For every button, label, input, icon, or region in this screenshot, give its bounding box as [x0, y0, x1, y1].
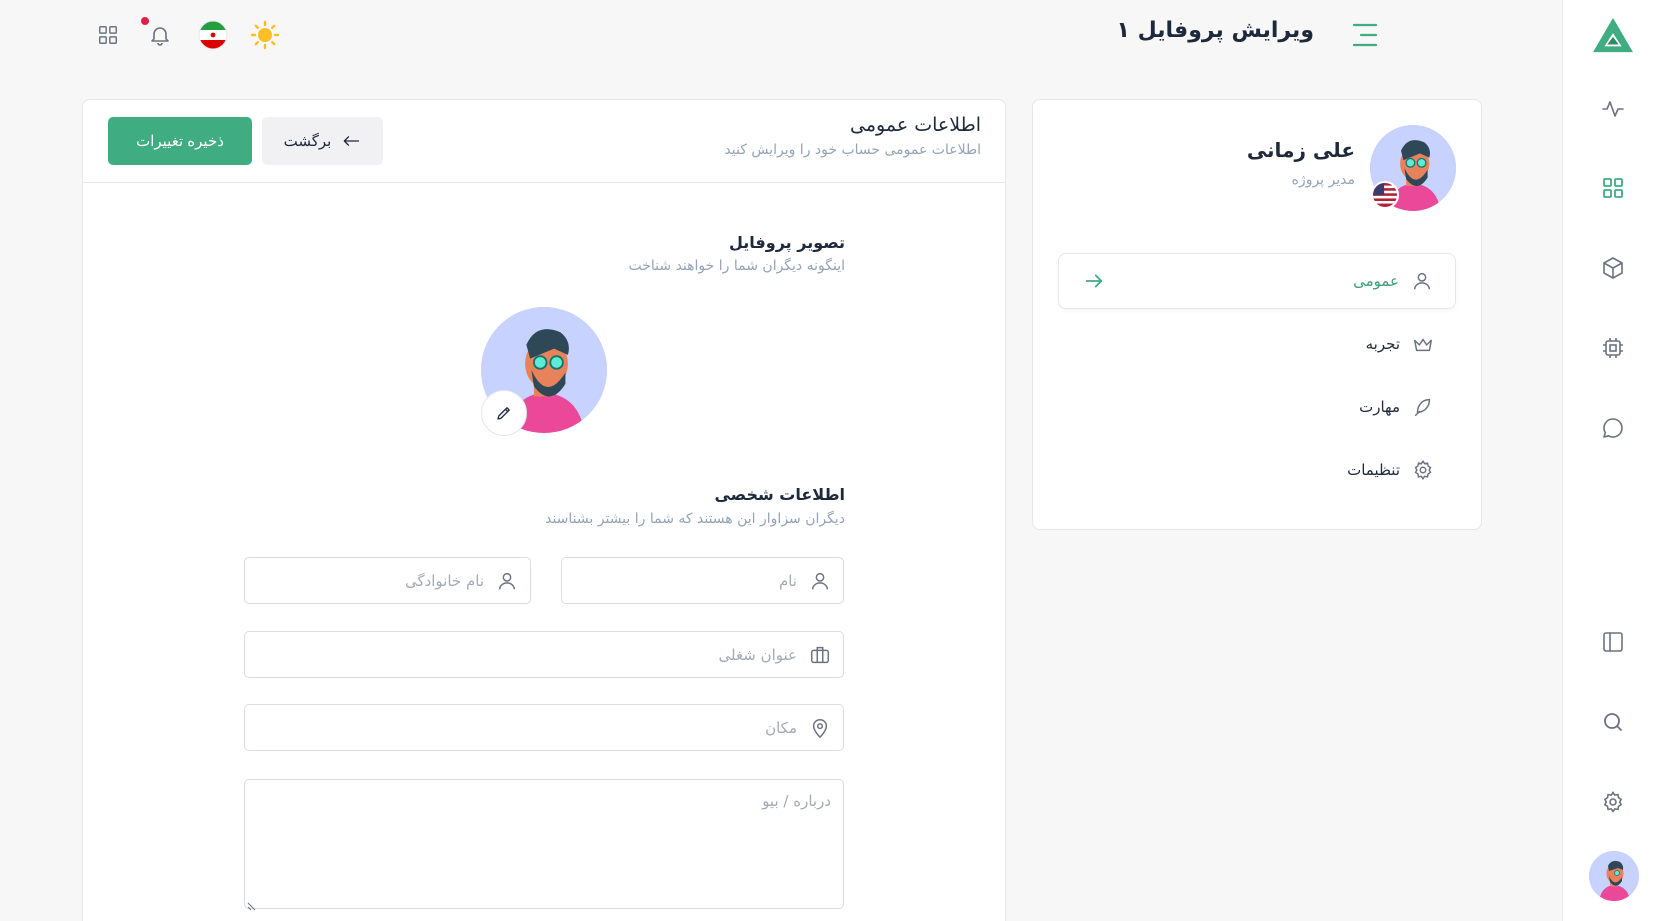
side-menu-settings-label: تنظیمات: [1347, 461, 1400, 479]
user-icon: [809, 570, 831, 592]
job-title-field[interactable]: عنوان شغلی: [244, 631, 844, 678]
logo-icon[interactable]: [1590, 12, 1636, 58]
side-menu-skills[interactable]: مهارت: [1058, 379, 1456, 435]
panel-toggle-icon[interactable]: [1593, 622, 1633, 662]
save-changes-button[interactable]: ذخیره تغییرات: [108, 117, 252, 165]
location-field[interactable]: مکان: [244, 704, 844, 751]
pencil-icon: [495, 404, 513, 422]
usa-flag-icon: [1371, 181, 1399, 209]
card-title: اطلاعات عمومی: [850, 114, 981, 136]
notification-dot: [141, 17, 149, 25]
top-bar: ویرایش پروفایل ۱: [0, 0, 1562, 72]
first-name-placeholder: نام: [778, 571, 797, 590]
search-icon[interactable]: [1593, 702, 1633, 742]
user-avatar[interactable]: [1589, 851, 1639, 901]
last-name-placeholder: نام خانوادگی: [404, 571, 484, 590]
gear-icon: [1412, 459, 1434, 481]
general-info-card: اطلاعات عمومی اطلاعات عمومی حساب خود را …: [82, 99, 1006, 921]
icon-rail: [1562, 0, 1663, 921]
side-menu-general[interactable]: عمومی: [1058, 253, 1456, 309]
card-header: اطلاعات عمومی اطلاعات عمومی حساب خود را …: [83, 100, 1005, 183]
chat-icon[interactable]: [1593, 408, 1633, 448]
first-name-field[interactable]: نام: [561, 557, 844, 604]
avatar-section-title: تصویر پروفایل: [728, 233, 845, 252]
side-menu-experience[interactable]: تجربه: [1058, 316, 1456, 372]
back-button-label: برگشت: [283, 133, 332, 150]
user-icon: [1411, 270, 1433, 292]
briefcase-icon: [809, 644, 831, 666]
job-title-placeholder: عنوان شغلی: [718, 645, 797, 664]
activity-icon[interactable]: [1593, 89, 1633, 129]
cube-icon[interactable]: [1593, 248, 1633, 288]
resize-handle-icon[interactable]: [247, 896, 257, 911]
menu-toggle-icon[interactable]: [1351, 21, 1379, 49]
personal-section-title: اطلاعات شخصی: [714, 485, 845, 504]
cpu-icon[interactable]: [1593, 328, 1633, 368]
settings-icon[interactable]: [1593, 782, 1633, 822]
language-flag-iran-icon[interactable]: [196, 18, 230, 52]
map-pin-icon: [809, 717, 831, 739]
last-name-field[interactable]: نام خانوادگی: [244, 557, 531, 604]
edit-avatar-button[interactable]: [481, 390, 527, 436]
personal-section-subtitle: دیگران سزاوار این هستند که شما را بیشتر …: [545, 511, 845, 527]
arrow-left-icon: [341, 131, 361, 151]
profile-name: علی زمانی: [1246, 138, 1355, 162]
notifications-bell-icon[interactable]: [141, 17, 177, 52]
avatar-section-subtitle: اینگونه دیگران شما را خواهند شناخت: [628, 258, 845, 274]
profile-card: علی زمانی مدیر پروژه عمومی تجربه مهارت ت…: [1032, 99, 1482, 530]
user-icon: [496, 570, 518, 592]
apps-grid-icon[interactable]: [91, 18, 125, 52]
theme-toggle-sun-icon[interactable]: [248, 18, 282, 52]
profile-role: مدیر پروژه: [1291, 172, 1355, 188]
side-menu-experience-label: تجربه: [1365, 335, 1400, 353]
card-subtitle: اطلاعات عمومی حساب خود را ویرایش کنید: [724, 142, 981, 158]
arrow-right-icon: [1083, 270, 1105, 292]
crown-icon: [1412, 333, 1434, 355]
dashboard-grid-icon[interactable]: [1593, 168, 1633, 208]
bio-textarea[interactable]: درباره / بیو: [244, 779, 844, 911]
feather-icon: [1412, 396, 1434, 418]
side-menu-skills-label: مهارت: [1359, 398, 1400, 416]
side-menu-settings[interactable]: تنظیمات: [1058, 442, 1456, 498]
location-placeholder: مکان: [765, 718, 797, 737]
side-menu-general-label: عمومی: [1353, 272, 1399, 290]
back-button[interactable]: برگشت: [262, 117, 383, 165]
page-title: ویرایش پروفایل ۱: [1116, 18, 1314, 43]
bio-placeholder: درباره / بیو: [762, 792, 831, 810]
